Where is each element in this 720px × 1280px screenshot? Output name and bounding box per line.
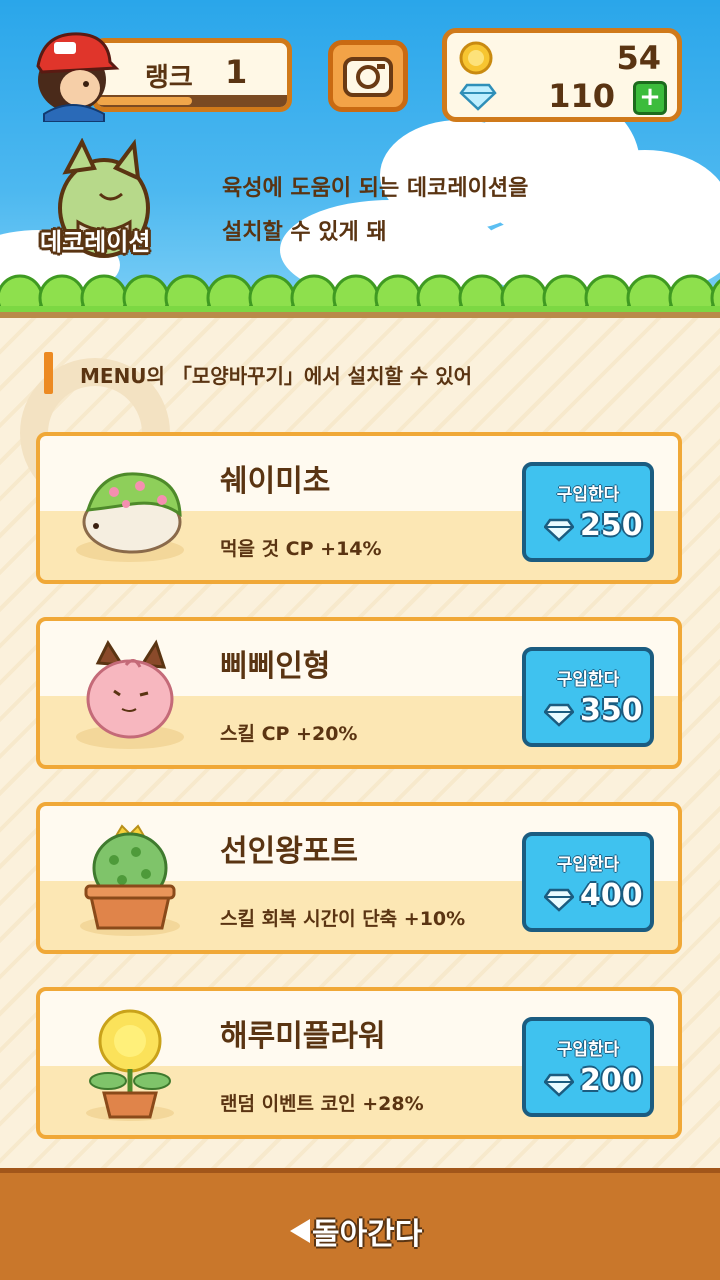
diamond-count: 110 [548,77,615,115]
info-text: MENU의 「모양바꾸기」에서 설치할 수 있어 [80,364,472,388]
cactus-pot-icon [80,824,180,936]
camera-button[interactable] [328,40,408,112]
item-effect: 먹을 것 CP +14% [220,538,382,560]
sunflower-pot-icon [86,1009,174,1121]
rank-label: 랭크 [145,63,193,93]
diamond-icon [544,888,574,912]
trainer-avatar-icon[interactable] [24,22,120,122]
buy-label: 구입한다 [556,1040,620,1060]
item-name: 쉐이미초 [220,464,331,499]
item-effect: 스킬 회복 시간이 단축 +10% [220,908,466,930]
shop-item-clefairy-doll: 삐삐인형 스킬 CP +20% 구입한다 350 [36,617,682,769]
currency-panel: 54 110 + [442,28,682,122]
shaymin-icon [76,472,184,562]
shop-list[interactable]: MENU의 「모양바꾸기」에서 설치할 수 있어 쉐이미초 먹을 것 CP +1… [0,318,720,1168]
price: 200 [580,1063,643,1098]
plus-icon: + [639,82,661,112]
buy-label: 구입한다 [556,485,620,505]
buy-label: 구입한다 [556,855,620,875]
shop-item-shaymin: 쉐이미초 먹을 것 CP +14% 구입한다 250 [36,432,682,584]
header-area: 랭크 1 54 110 + 데코레이션 육성에 도움이 되는 데코레이션을 설치… [0,0,720,318]
diamond-icon [544,703,574,727]
diamond-icon [459,83,497,111]
item-name: 삐삐인형 [220,649,331,684]
back-button[interactable]: 돌아간다 [290,1209,422,1253]
coin-count: 54 [616,39,661,77]
item-effect: 스킬 CP +20% [220,723,358,745]
rank-panel[interactable]: 랭크 1 [92,38,292,112]
clefairy-doll-icon [76,639,184,749]
camera-icon [343,57,393,97]
item-name: 선인왕포트 [220,834,358,869]
back-label: 돌아간다 [312,1217,423,1252]
shop-item-cactus-pot: 선인왕포트 스킬 회복 시간이 단축 +10% 구입한다 400 [36,802,682,954]
price: 350 [580,693,643,728]
diamond-icon [544,518,574,542]
coin-icon [459,41,493,75]
diamond-icon [544,1073,574,1097]
shop-item-sunflower-pot: 해루미플라워 랜덤 이벤트 코인 +28% 구입한다 200 [36,987,682,1139]
rank-value: 1 [225,53,248,91]
price: 250 [580,508,643,543]
buy-button[interactable]: 구입한다 400 [522,832,654,932]
rank-progress-bar [97,95,287,107]
buy-button[interactable]: 구입한다 200 [522,1017,654,1117]
price: 400 [580,878,643,913]
back-arrow-icon [290,1219,310,1243]
add-diamonds-button[interactable]: + [633,81,667,115]
buy-button[interactable]: 구입한다 350 [522,647,654,747]
item-name: 해루미플라워 [220,1019,386,1054]
banner-line-1: 육성에 도움이 되는 데코레이션을 [222,176,529,201]
decoration-label: 데코레이션 [40,228,151,256]
item-effect: 랜덤 이벤트 코인 +28% [220,1093,424,1115]
footer-bar: 돌아간다 [0,1168,720,1280]
banner-line-2: 설치할 수 있게 돼 [222,220,387,245]
buy-button[interactable]: 구입한다 250 [522,462,654,562]
buy-label: 구입한다 [556,670,620,690]
info-accent-bar [44,352,53,394]
